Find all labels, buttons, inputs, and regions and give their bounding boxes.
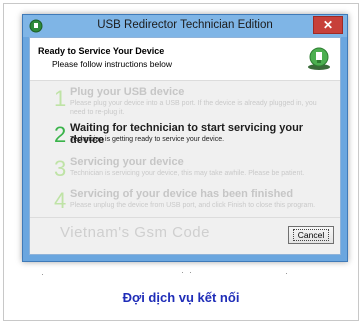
step-3: 3 Servicing your device Technician is se…	[30, 154, 340, 186]
step-description: Technician is servicing your device, thi…	[70, 170, 305, 177]
divider-dots	[4, 272, 358, 282]
outer-frame: USB Redirector Technician Edition ✕ Read…	[3, 3, 359, 321]
steps-list: 1 Plug your USB device Please plug your …	[30, 80, 340, 220]
watermark-text: Vietnam's Gsm Code	[60, 224, 210, 241]
step-2: 2 Waiting for technician to start servic…	[30, 120, 340, 152]
dot	[182, 272, 183, 273]
step-4: 4 Servicing of your device has been fini…	[30, 186, 340, 218]
step-description: Technician is getting ready to service y…	[70, 136, 225, 143]
step-number: 1	[54, 86, 67, 111]
dot	[190, 272, 191, 273]
step-1: 1 Plug your USB device Please plug your …	[30, 84, 340, 116]
step-description: Please plug your device into a USB port.…	[70, 100, 317, 116]
header-subtitle: Please follow instructions below	[52, 59, 173, 69]
step-number: 2	[54, 122, 67, 147]
step-number: 4	[54, 188, 67, 213]
dot	[42, 274, 43, 275]
cancel-button[interactable]: Cancel	[288, 226, 334, 244]
dialog-client-area: Ready to Service Your Device Please foll…	[29, 37, 341, 255]
step-title: Servicing of your device has been finish…	[70, 188, 294, 200]
dialog-window: USB Redirector Technician Edition ✕ Read…	[22, 14, 348, 262]
header-title: Ready to Service Your Device	[38, 46, 165, 56]
usb-device-icon	[308, 47, 330, 70]
step-number: 3	[54, 156, 67, 181]
step-description: Please unplug the device from USB port, …	[70, 202, 316, 209]
dialog-footer: Vietnam's Gsm Code Cancel	[30, 217, 340, 254]
caption-text: Đợi dịch vụ kết nối	[122, 290, 240, 305]
close-button[interactable]: ✕	[313, 16, 343, 34]
step-title: Servicing your device	[70, 156, 184, 168]
step-title: Plug your USB device	[70, 86, 185, 98]
dot	[286, 273, 287, 274]
dialog-header: Ready to Service Your Device Please foll…	[30, 38, 340, 81]
title-bar[interactable]: USB Redirector Technician Edition ✕	[23, 15, 347, 37]
cancel-button-label: Cancel	[292, 229, 330, 241]
window-title: USB Redirector Technician Edition	[97, 19, 273, 31]
